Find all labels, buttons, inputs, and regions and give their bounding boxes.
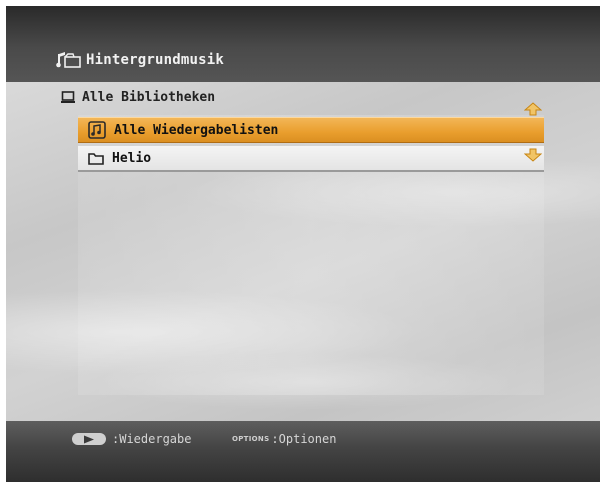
options-key-label: OPTIONS bbox=[232, 435, 270, 443]
page-title: Hintergrundmusik bbox=[86, 52, 225, 68]
scroll-up-arrow-icon[interactable] bbox=[524, 102, 542, 116]
header-bar: Hintergrundmusik bbox=[6, 6, 600, 82]
scroll-down-arrow-icon[interactable] bbox=[524, 148, 542, 162]
play-button-icon bbox=[72, 433, 106, 445]
footer-bar: :Wiedergabe OPTIONS :Optionen bbox=[6, 421, 600, 482]
hint-play: :Wiedergabe bbox=[72, 430, 191, 448]
playlist-icon bbox=[88, 121, 106, 139]
list-item-helio[interactable]: Helio bbox=[78, 146, 544, 172]
library-icon bbox=[61, 91, 75, 103]
hint-options: OPTIONS :Optionen bbox=[232, 430, 336, 448]
list-item-alle-wiedergabelisten[interactable]: Alle Wiedergabelisten bbox=[78, 117, 544, 143]
music-folder-icon bbox=[56, 52, 81, 68]
breadcrumb[interactable]: Alle Bibliotheken bbox=[61, 88, 215, 106]
folder-icon bbox=[88, 153, 104, 165]
list-item-label: Alle Wiedergabelisten bbox=[114, 122, 279, 138]
tv-screen: Hintergrundmusik Alle Bibliotheken Alle … bbox=[6, 6, 600, 482]
header-title-group: Hintergrundmusik bbox=[56, 50, 224, 70]
list-item-label: Helio bbox=[112, 150, 152, 166]
breadcrumb-label: Alle Bibliotheken bbox=[82, 89, 216, 105]
hint-play-label: :Wiedergabe bbox=[112, 432, 192, 446]
hint-options-label: :Optionen bbox=[271, 432, 337, 446]
browser-content: Alle Bibliotheken Alle Wiedergabelisten … bbox=[6, 82, 600, 421]
